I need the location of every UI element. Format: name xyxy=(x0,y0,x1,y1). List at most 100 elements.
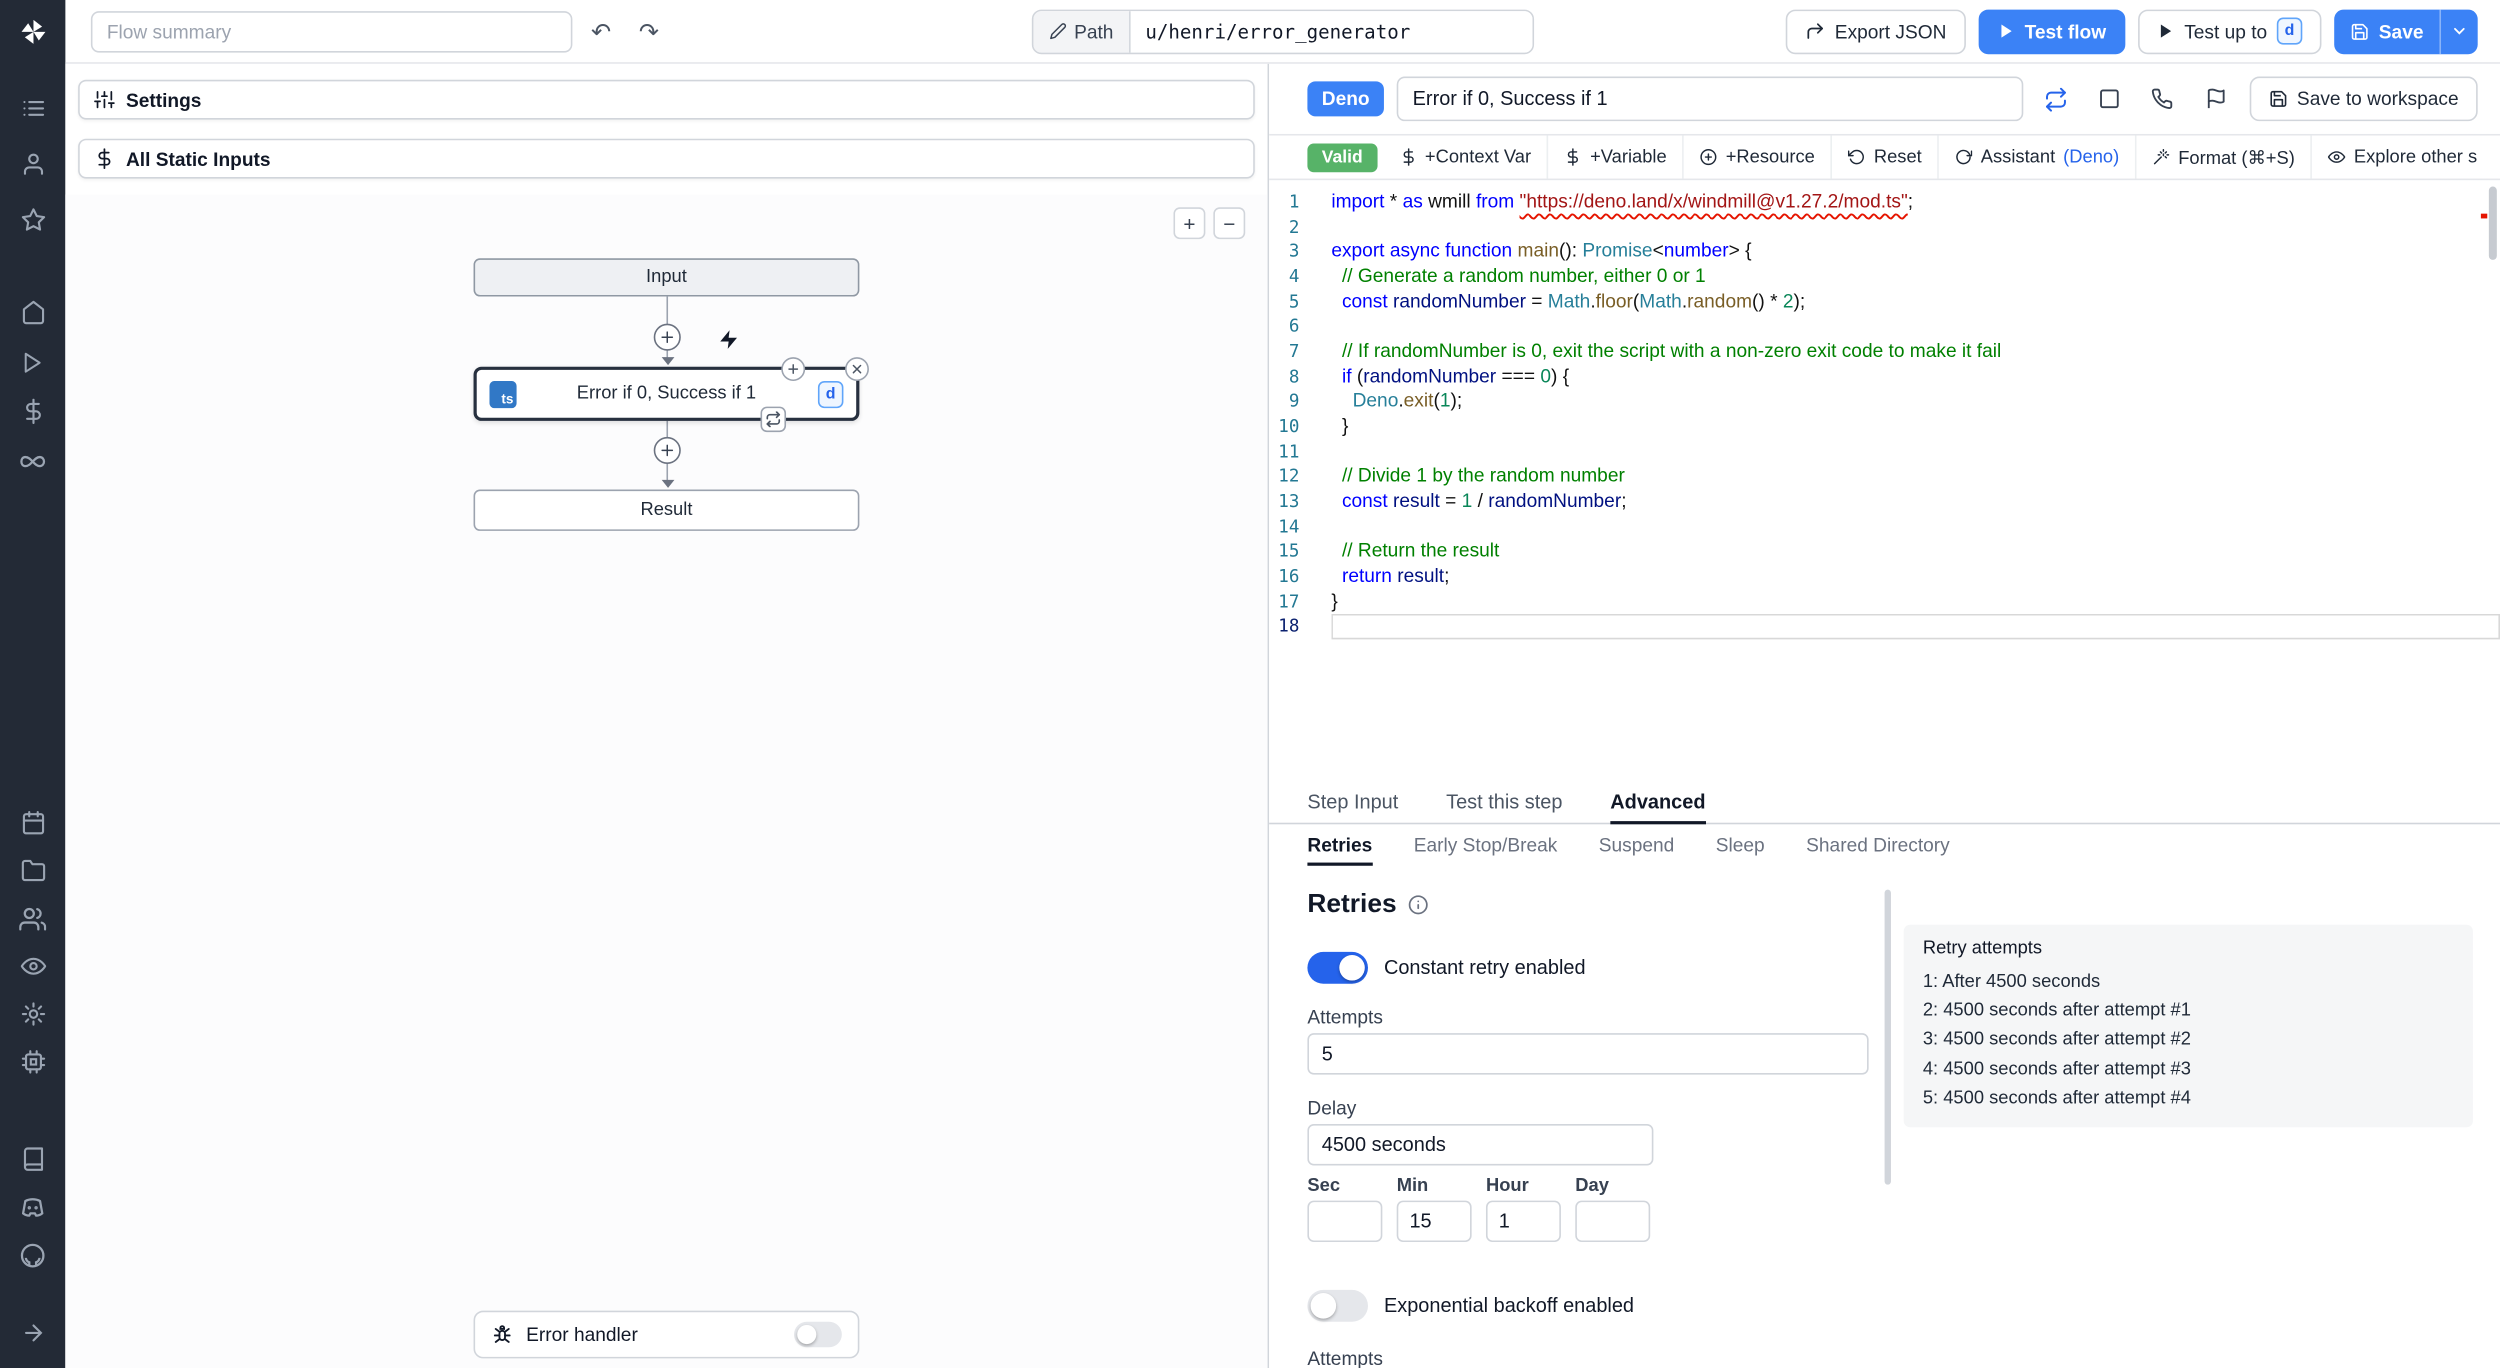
reset-button[interactable]: Reset xyxy=(1830,135,1938,179)
redo-button[interactable]: ↷ xyxy=(630,12,668,50)
workers-icon[interactable] xyxy=(14,1043,52,1081)
windmill-logo[interactable] xyxy=(14,13,52,51)
add-branch-button[interactable] xyxy=(781,357,806,382)
users-icon[interactable] xyxy=(14,899,52,937)
main-area: ↶ ↷ Path Export JSON Test flow xyxy=(65,0,2500,1368)
scripts-icon[interactable] xyxy=(14,89,52,127)
retry-attempt-item: 5: 4500 seconds after attempt #4 xyxy=(1922,1088,2191,1108)
step-node[interactable]: ts Error if 0, Success if 1 d xyxy=(473,357,869,433)
export-icon xyxy=(1805,21,1826,42)
day-input[interactable] xyxy=(1575,1200,1651,1243)
trigger-step-button[interactable] xyxy=(714,325,741,352)
step-title-input[interactable] xyxy=(1396,76,2023,122)
path-input[interactable] xyxy=(1130,10,1533,52)
star-icon[interactable] xyxy=(14,201,52,239)
export-json-button[interactable]: Export JSON xyxy=(1785,8,1966,54)
tab-step-input[interactable]: Step Input xyxy=(1307,791,1398,824)
exponential-backoff-toggle[interactable] xyxy=(1307,1289,1368,1322)
calendar-icon[interactable] xyxy=(14,804,52,842)
plus-circle-icon xyxy=(1700,148,1718,166)
zoom-in-button[interactable]: + xyxy=(1173,207,1206,240)
flow-canvas[interactable]: + − Input ts Error if 0, Success if 1 d … xyxy=(65,194,1268,1368)
eye-icon[interactable] xyxy=(14,947,52,985)
save-button[interactable]: Save xyxy=(2334,9,2439,54)
user-icon[interactable] xyxy=(14,145,52,183)
retry-attempt-item: 1: After 4500 seconds xyxy=(1922,972,2101,992)
subtab-suspend[interactable]: Suspend xyxy=(1599,834,1675,866)
retry-indicator-button[interactable] xyxy=(760,406,787,433)
home-icon[interactable] xyxy=(14,293,52,331)
undo-button[interactable]: ↶ xyxy=(582,12,620,50)
attempts-input[interactable] xyxy=(1307,1033,1869,1075)
flow-panel: Settings All Static Inputs + − Input ts … xyxy=(65,63,1270,1368)
fullscreen-button[interactable] xyxy=(2089,78,2130,119)
github-icon[interactable] xyxy=(14,1236,52,1274)
pencil-icon xyxy=(1049,22,1067,40)
play-icon[interactable] xyxy=(14,343,52,381)
code-editor[interactable]: 1 2 3 4 5 6 7 8 9 10 11 12 13 14 15 16 17 18 import * as … xyxy=(1269,180,2500,786)
sec-label: Sec xyxy=(1307,1176,1341,1196)
explore-scripts-button[interactable]: Explore other s xyxy=(2310,135,2493,179)
tab-test-this-step[interactable]: Test this step xyxy=(1446,791,1562,824)
error-handler-row[interactable]: Error handler xyxy=(473,1310,860,1359)
subtab-shared-directory[interactable]: Shared Directory xyxy=(1806,834,1950,866)
explore-scripts-label: Explore other s xyxy=(2353,147,2478,167)
path-chip[interactable]: Path xyxy=(1032,10,1131,52)
sec-input[interactable] xyxy=(1307,1200,1383,1243)
add-variable-button[interactable]: +Variable xyxy=(1547,135,1683,179)
error-handler-toggle[interactable] xyxy=(794,1321,842,1348)
assistant-button[interactable]: Assistant (Deno) xyxy=(1937,135,2135,179)
flag-button[interactable] xyxy=(2196,78,2237,119)
input-node[interactable]: Input xyxy=(473,258,860,297)
insert-step-button[interactable] xyxy=(653,436,681,464)
save-icon xyxy=(2350,22,2369,41)
resources-icon[interactable] xyxy=(14,442,52,480)
result-node[interactable]: Result xyxy=(473,489,860,531)
diff-sync-button[interactable] xyxy=(2035,78,2076,119)
add-context-var-button[interactable]: +Context Var xyxy=(1383,136,1547,179)
flow-summary-input[interactable] xyxy=(90,10,573,52)
hour-input[interactable] xyxy=(1485,1200,1561,1243)
editor-scrollbar[interactable] xyxy=(2488,186,2497,260)
tab-advanced[interactable]: Advanced xyxy=(1610,791,1706,825)
constant-retry-toggle[interactable] xyxy=(1307,951,1368,984)
subtab-sleep[interactable]: Sleep xyxy=(1716,834,1765,866)
editor-toolbar: Valid +Context Var +Variable +Resource R… xyxy=(1269,133,2500,181)
edge-arrow xyxy=(661,479,675,488)
subtab-early-stop[interactable]: Early Stop/Break xyxy=(1414,834,1558,866)
advanced-subtabs: Retries Early Stop/Break Suspend Sleep S… xyxy=(1269,824,2500,866)
zoom-out-button[interactable]: − xyxy=(1213,207,1246,240)
dollar-icon[interactable] xyxy=(14,392,52,430)
insert-step-button[interactable] xyxy=(653,323,681,351)
min-input[interactable] xyxy=(1396,1200,1472,1243)
test-flow-button[interactable]: Test flow xyxy=(1978,8,2126,54)
toggle-knob xyxy=(1339,955,1365,981)
language-badge: Deno xyxy=(1307,81,1384,117)
delete-step-button[interactable] xyxy=(845,357,869,382)
flow-settings-button[interactable]: Settings xyxy=(78,79,1255,120)
test-up-to-button[interactable]: Test up to d xyxy=(2137,8,2322,54)
webhook-button[interactable] xyxy=(2142,78,2183,119)
arrow-right-icon[interactable] xyxy=(14,1314,52,1352)
gear-icon[interactable] xyxy=(14,995,52,1033)
plus-circle-icon xyxy=(658,442,676,460)
book-icon[interactable] xyxy=(14,1140,52,1178)
code-lines[interactable]: import * as wmill from "https://deno.lan… xyxy=(1314,190,2500,786)
discord-icon[interactable] xyxy=(14,1188,52,1226)
exponential-backoff-label: Exponential backoff enabled xyxy=(1383,1294,1635,1317)
save-dropdown-button[interactable] xyxy=(2439,8,2477,54)
format-button[interactable]: Format (⌘+S) xyxy=(2135,135,2311,179)
delay-input[interactable] xyxy=(1307,1124,1654,1166)
constant-retry-label: Constant retry enabled xyxy=(1383,956,1586,979)
test-up-to-label: Test up to xyxy=(2184,19,2268,43)
all-static-inputs-button[interactable]: All Static Inputs xyxy=(78,138,1255,179)
retry-attempt-item: 4: 4500 seconds after attempt #3 xyxy=(1922,1059,2191,1079)
add-resource-button[interactable]: +Resource xyxy=(1682,135,1831,179)
line-numbers: 1 2 3 4 5 6 7 8 9 10 11 12 13 14 15 16 17 18 xyxy=(1278,191,1300,637)
subtab-retries[interactable]: Retries xyxy=(1307,834,1373,866)
retry-loop-icon xyxy=(765,411,781,428)
form-scrollbar[interactable] xyxy=(1884,889,1891,1185)
save-to-workspace-button[interactable]: Save to workspace xyxy=(2249,76,2478,122)
folder-icon[interactable] xyxy=(14,851,52,889)
info-icon[interactable] xyxy=(1408,894,1429,915)
